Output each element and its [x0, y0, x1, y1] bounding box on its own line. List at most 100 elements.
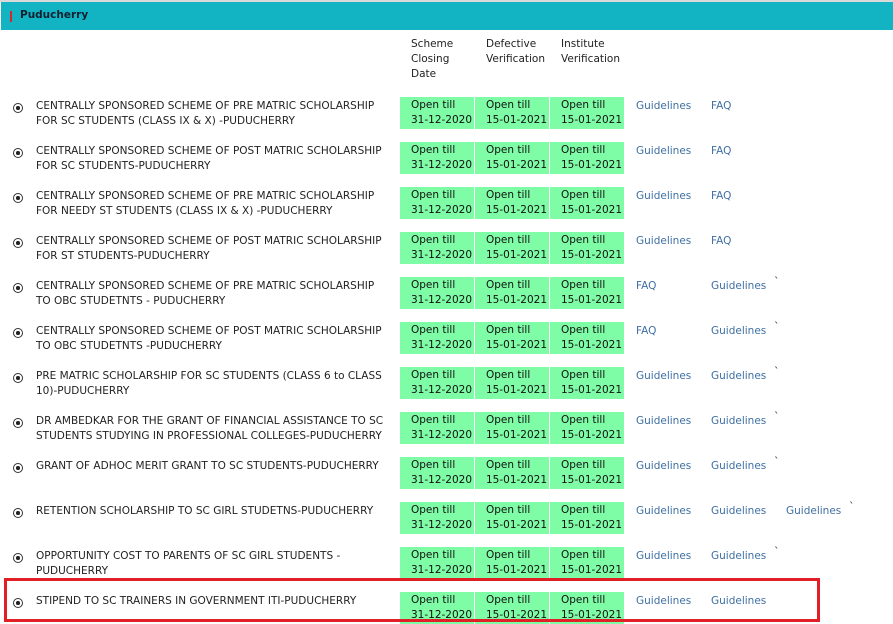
defective-date-badge: Open till 15-01-2021	[475, 97, 549, 129]
stray-mark: `	[774, 275, 780, 288]
institute-date-badge: Open till 15-01-2021	[550, 277, 624, 309]
closing-date-badge: Open till 31-12-2020	[400, 97, 474, 129]
header-marker-icon	[10, 11, 12, 22]
institute-date-badge: Open till 15-01-2021	[550, 322, 624, 354]
radio-button[interactable]	[13, 328, 23, 338]
scheme-name: CENTRALLY SPONSORED SCHEME OF PRE MATRIC…	[36, 280, 375, 307]
scheme-row: DR AMBEDKAR FOR THE GRANT OF FINANCIAL A…	[0, 410, 893, 459]
institute-date-badge: Open till 15-01-2021	[550, 232, 624, 264]
defective-date-badge: Open till 15-01-2021	[475, 547, 549, 579]
defective-date-badge: Open till 15-01-2021	[475, 412, 549, 444]
institute-date-badge: Open till 15-01-2021	[550, 502, 624, 534]
guidelines-link[interactable]: Guidelines	[711, 279, 766, 294]
guidelines-link[interactable]: Guidelines	[711, 459, 766, 474]
scheme-row: CENTRALLY SPONSORED SCHEME OF POST MATRI…	[0, 232, 893, 279]
closing-date-badge: Open till 31-12-2020	[400, 457, 474, 489]
radio-button[interactable]	[13, 238, 23, 248]
closing-date-badge: Open till 31-12-2020	[400, 187, 474, 219]
scheme-row: RETENTION SCHOLARSHIP TO SC GIRL STUDETN…	[0, 500, 893, 549]
guidelines-link[interactable]: Guidelines	[636, 189, 691, 204]
scheme-name: DR AMBEDKAR FOR THE GRANT OF FINANCIAL A…	[36, 415, 384, 442]
guidelines-link[interactable]: Guidelines	[636, 504, 691, 519]
defective-date-badge: Open till 15-01-2021	[475, 322, 549, 354]
scheme-name: GRANT OF ADHOC MERIT GRANT TO SC STUDENT…	[36, 460, 379, 472]
guidelines-link[interactable]: Guidelines	[636, 549, 691, 564]
stray-mark: `	[849, 500, 855, 513]
institute-date-badge: Open till 15-01-2021	[550, 412, 624, 444]
stray-mark: `	[774, 545, 780, 558]
guidelines-link[interactable]: Guidelines	[636, 144, 691, 159]
defective-date-badge: Open till 15-01-2021	[475, 502, 549, 534]
guidelines-link[interactable]: Guidelines	[636, 414, 691, 429]
guidelines-link[interactable]: Guidelines	[636, 369, 691, 384]
radio-button[interactable]	[13, 103, 23, 113]
closing-date-badge: Open till 31-12-2020	[400, 547, 474, 579]
radio-button[interactable]	[13, 508, 23, 518]
guidelines-link[interactable]: Guidelines	[711, 324, 766, 339]
closing-date-badge: Open till 31-12-2020	[400, 502, 474, 534]
col-header-scheme-closing: Scheme Closing Date	[411, 38, 454, 80]
scheme-row: CENTRALLY SPONSORED SCHEME OF PRE MATRIC…	[0, 97, 893, 144]
radio-button[interactable]	[13, 148, 23, 158]
stray-mark: `	[774, 320, 780, 333]
faq-link[interactable]: FAQ	[711, 234, 731, 249]
institute-date-badge: Open till 15-01-2021	[550, 142, 624, 174]
stray-mark: `	[774, 365, 780, 378]
closing-date-badge: Open till 31-12-2020	[400, 412, 474, 444]
institute-date-badge: Open till 15-01-2021	[550, 547, 624, 579]
guidelines-link[interactable]: Guidelines	[786, 504, 841, 519]
closing-date-badge: Open till 31-12-2020	[400, 142, 474, 174]
radio-button[interactable]	[13, 193, 23, 203]
guidelines-link[interactable]: Guidelines	[636, 234, 691, 249]
scheme-row: GRANT OF ADHOC MERIT GRANT TO SC STUDENT…	[0, 455, 893, 504]
state-header[interactable]: Puducherry	[1, 2, 893, 30]
faq-link[interactable]: FAQ	[711, 144, 731, 159]
closing-date-badge: Open till 31-12-2020	[400, 322, 474, 354]
faq-link[interactable]: FAQ	[636, 279, 656, 294]
defective-date-badge: Open till 15-01-2021	[475, 232, 549, 264]
scheme-name: PRE MATRIC SCHOLARSHIP FOR SC STUDENTS (…	[36, 370, 382, 397]
closing-date-badge: Open till 31-12-2020	[400, 367, 474, 399]
scheme-name: CENTRALLY SPONSORED SCHEME OF POST MATRI…	[36, 145, 382, 172]
scheme-name: CENTRALLY SPONSORED SCHEME OF PRE MATRIC…	[36, 100, 375, 127]
guidelines-link[interactable]: Guidelines	[711, 549, 766, 564]
radio-button[interactable]	[13, 373, 23, 383]
defective-date-badge: Open till 15-01-2021	[475, 457, 549, 489]
stray-mark: `	[774, 410, 780, 423]
guidelines-link[interactable]: Guidelines	[711, 369, 766, 384]
scheme-row: CENTRALLY SPONSORED SCHEME OF PRE MATRIC…	[0, 187, 893, 234]
guidelines-link[interactable]: Guidelines	[711, 504, 766, 519]
faq-link[interactable]: FAQ	[711, 189, 731, 204]
state-title: Puducherry	[20, 9, 89, 21]
institute-date-badge: Open till 15-01-2021	[550, 187, 624, 219]
closing-date-badge: Open till 31-12-2020	[400, 232, 474, 264]
scheme-name: CENTRALLY SPONSORED SCHEME OF POST MATRI…	[36, 235, 382, 262]
defective-date-badge: Open till 15-01-2021	[475, 187, 549, 219]
radio-button[interactable]	[13, 553, 23, 563]
scheme-row: CENTRALLY SPONSORED SCHEME OF POST MATRI…	[0, 142, 893, 189]
closing-date-badge: Open till 31-12-2020	[400, 277, 474, 309]
scheme-name: CENTRALLY SPONSORED SCHEME OF POST MATRI…	[36, 325, 382, 352]
institute-date-badge: Open till 15-01-2021	[550, 367, 624, 399]
scheme-name: OPPORTUNITY COST TO PARENTS OF SC GIRL S…	[36, 550, 341, 577]
guidelines-link[interactable]: Guidelines	[711, 414, 766, 429]
guidelines-link[interactable]: Guidelines	[636, 99, 691, 114]
defective-date-badge: Open till 15-01-2021	[475, 277, 549, 309]
scheme-row: CENTRALLY SPONSORED SCHEME OF POST MATRI…	[0, 320, 893, 369]
col-header-institute-verification: Institute Verification	[561, 38, 620, 65]
scheme-row: CENTRALLY SPONSORED SCHEME OF PRE MATRIC…	[0, 275, 893, 324]
faq-link[interactable]: FAQ	[711, 99, 731, 114]
guidelines-link[interactable]: Guidelines	[636, 459, 691, 474]
radio-button[interactable]	[13, 463, 23, 473]
defective-date-badge: Open till 15-01-2021	[475, 142, 549, 174]
stray-mark: `	[774, 455, 780, 468]
col-header-defective-verification: Defective Verification	[486, 38, 545, 65]
radio-button[interactable]	[13, 418, 23, 428]
radio-button[interactable]	[13, 283, 23, 293]
defective-date-badge: Open till 15-01-2021	[475, 367, 549, 399]
selected-row-highlight	[4, 578, 820, 622]
institute-date-badge: Open till 15-01-2021	[550, 457, 624, 489]
scheme-row: PRE MATRIC SCHOLARSHIP FOR SC STUDENTS (…	[0, 365, 893, 414]
faq-link[interactable]: FAQ	[636, 324, 656, 339]
institute-date-badge: Open till 15-01-2021	[550, 97, 624, 129]
